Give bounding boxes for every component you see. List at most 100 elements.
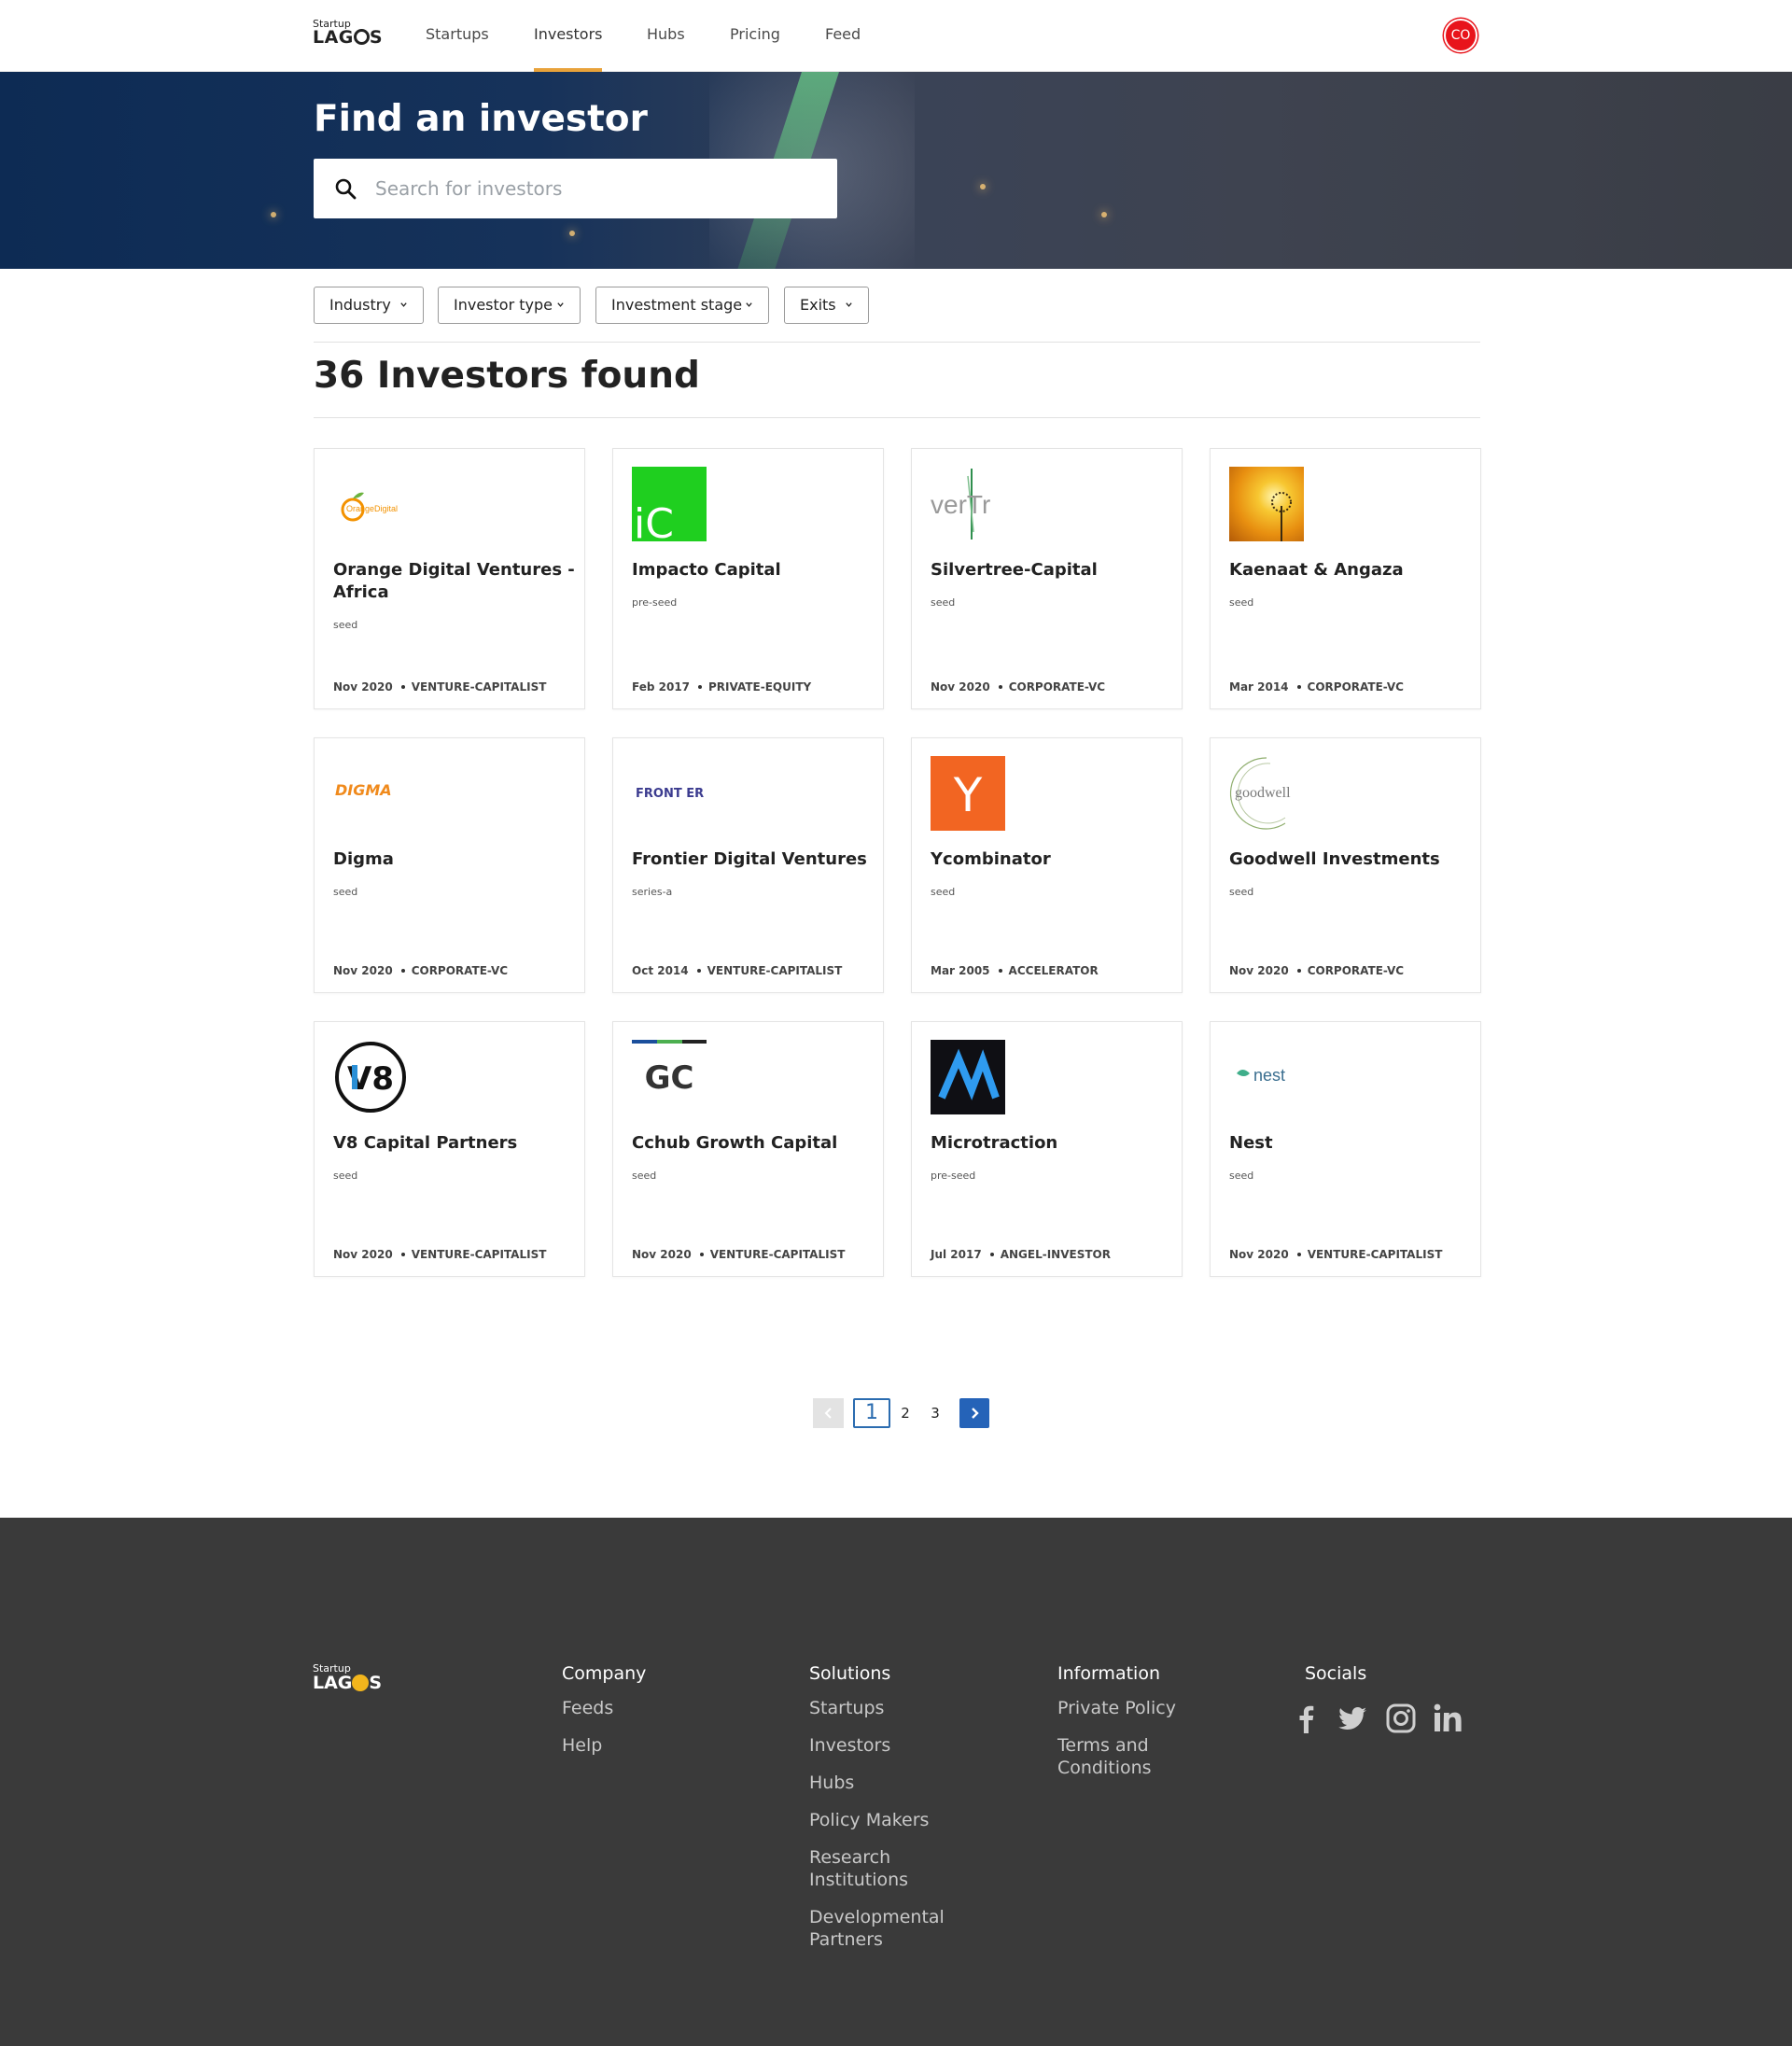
- nav-startups[interactable]: Startups: [426, 0, 489, 72]
- investor-name: Digma: [333, 849, 394, 869]
- investor-meta: Nov 2020 VENTURE-CAPITALIST: [1229, 1248, 1442, 1261]
- nav-hubs[interactable]: Hubs: [647, 0, 685, 72]
- digma-logo: DIGMA: [333, 756, 408, 831]
- investor-type: CORPORATE-VC: [1307, 680, 1404, 694]
- search-box[interactable]: [314, 159, 837, 218]
- svg-text:GC: GC: [645, 1059, 694, 1097]
- footer-link-terms[interactable]: Terms and Conditions: [1057, 1734, 1160, 1779]
- founded-date: Nov 2020: [931, 680, 990, 694]
- investor-name: Goodwell Investments: [1229, 849, 1440, 869]
- svg-text:Y: Y: [953, 768, 983, 822]
- footer-column-solutions: Solutions Startups Investors Hubs Policy…: [809, 1663, 959, 1966]
- footer-link-help[interactable]: Help: [562, 1734, 646, 1757]
- filter-investment-stage[interactable]: Investment stage: [595, 287, 769, 324]
- investor-card[interactable]: DIGMA Digma seed Nov 2020 CORPORATE-VC: [314, 737, 585, 993]
- investment-stage: seed: [333, 1170, 358, 1182]
- founded-date: Mar 2005: [931, 964, 990, 977]
- pagination-prev-button[interactable]: [813, 1398, 844, 1428]
- filter-industry[interactable]: Industry: [314, 287, 424, 324]
- twitter-icon[interactable]: [1337, 1703, 1368, 1734]
- chevron-left-icon: [824, 1408, 832, 1419]
- investor-card[interactable]: nest Nest seed Nov 2020 VENTURE-CAPITALIS…: [1210, 1021, 1481, 1277]
- nav-investors[interactable]: Investors: [534, 0, 603, 72]
- footer-column-information: Information Private Policy Terms and Con…: [1057, 1663, 1188, 1794]
- investor-name: Nest: [1229, 1133, 1273, 1153]
- svg-text:verTr: verTr: [931, 490, 990, 519]
- user-avatar[interactable]: CO: [1444, 19, 1477, 52]
- footer-link-developmental-partners[interactable]: Developmental Partners: [809, 1906, 949, 1951]
- hero-banner: Find an investor: [0, 72, 1792, 269]
- startup-lagos-logo[interactable]: Startup LAG S: [313, 19, 387, 50]
- search-icon: [335, 178, 357, 200]
- pagination-page-3[interactable]: 3: [926, 1398, 945, 1428]
- ycombinator-logo: Y: [931, 756, 1005, 831]
- investor-card[interactable]: verTr Silvertree-Capital seed Nov 2020 CO…: [911, 448, 1183, 709]
- pagination-page-1[interactable]: 1: [853, 1398, 890, 1428]
- investment-stage: seed: [333, 886, 358, 898]
- footer-link-policy-makers[interactable]: Policy Makers: [809, 1809, 959, 1831]
- investor-card[interactable]: GC Cchub Growth Capital seed Nov 2020 VEN…: [612, 1021, 884, 1277]
- search-input[interactable]: [375, 159, 823, 218]
- investor-card[interactable]: Kaenaat & Angaza seed Mar 2014 CORPORATE-…: [1210, 448, 1481, 709]
- investor-name: Kaenaat & Angaza: [1229, 560, 1404, 580]
- founded-date: Feb 2017: [632, 680, 691, 694]
- investor-name: V8 Capital Partners: [333, 1133, 518, 1153]
- footer-column-socials: Socials: [1305, 1663, 1366, 1697]
- footer-link-investors[interactable]: Investors: [809, 1734, 959, 1757]
- founded-date: Jul 2017: [931, 1248, 982, 1261]
- footer-column-title: Information: [1057, 1663, 1160, 1684]
- investor-card[interactable]: OrangeDigital Orange Digital Ventures - …: [314, 448, 585, 709]
- nav-pricing[interactable]: Pricing: [730, 0, 780, 72]
- footer-link-hubs[interactable]: Hubs: [809, 1772, 959, 1794]
- footer-logo[interactable]: Startup LAG S: [313, 1663, 382, 1692]
- investor-meta: Nov 2020 CORPORATE-VC: [1229, 964, 1404, 977]
- chevron-right-icon: [972, 1408, 979, 1419]
- svg-text:goodwell: goodwell: [1235, 785, 1291, 801]
- investment-stage: seed: [931, 886, 956, 898]
- investor-card[interactable]: Microtraction pre-seed Jul 2017 ANGEL-INV…: [911, 1021, 1183, 1277]
- investor-card[interactable]: goodwell Goodwell Investments seed Nov 2…: [1210, 737, 1481, 993]
- investor-card[interactable]: iC Impacto Capital pre-seed Feb 2017 PRIV…: [612, 448, 884, 709]
- filter-investor-type[interactable]: Investor type: [438, 287, 581, 324]
- facebook-icon[interactable]: [1291, 1703, 1323, 1734]
- investment-stage: seed: [1229, 886, 1254, 898]
- page-title: Find an investor: [314, 98, 648, 140]
- footer-link-research-institutions[interactable]: Research Institutions: [809, 1846, 912, 1891]
- footer-link-startups[interactable]: Startups: [809, 1697, 959, 1719]
- investor-card[interactable]: FRONT ER Frontier Digital Ventures serie…: [612, 737, 884, 993]
- pagination-page-2[interactable]: 2: [896, 1398, 915, 1428]
- filter-label: Investor type: [454, 296, 553, 314]
- investor-type: VENTURE-CAPITALIST: [411, 680, 547, 694]
- logo-bottom-text: LAG S: [313, 27, 384, 48]
- investor-card[interactable]: V8 V8 Capital Partners seed Nov 2020 VENT…: [314, 1021, 585, 1277]
- founded-date: Nov 2020: [333, 680, 393, 694]
- investor-meta: Feb 2017 PRIVATE-EQUITY: [632, 680, 811, 694]
- investment-stage: seed: [931, 596, 956, 609]
- linkedin-icon[interactable]: [1432, 1703, 1463, 1734]
- orange-digital-logo: OrangeDigital: [333, 467, 408, 541]
- hero-light-dot: [569, 231, 575, 236]
- founded-date: Nov 2020: [1229, 964, 1289, 977]
- founded-date: Oct 2014: [632, 964, 689, 977]
- filter-label: Investment stage: [611, 296, 743, 314]
- goodwell-logo: goodwell: [1229, 756, 1304, 831]
- founded-date: Nov 2020: [333, 1248, 393, 1261]
- filter-exits[interactable]: Exits: [784, 287, 869, 324]
- pagination-next-button[interactable]: [959, 1398, 989, 1428]
- investor-meta: Nov 2020 VENTURE-CAPITALIST: [333, 1248, 546, 1261]
- investor-meta: Mar 2014 CORPORATE-VC: [1229, 680, 1404, 694]
- nav-feed[interactable]: Feed: [825, 0, 861, 72]
- gc-fund-logo: GC: [632, 1040, 707, 1114]
- chevron-down-icon: [846, 302, 852, 307]
- kaenaat-logo: [1229, 467, 1304, 541]
- investor-type: CORPORATE-VC: [411, 964, 509, 977]
- instagram-icon[interactable]: [1385, 1703, 1417, 1734]
- investor-type: PRIVATE-EQUITY: [708, 680, 812, 694]
- footer-link-feeds[interactable]: Feeds: [562, 1697, 646, 1719]
- investor-type: VENTURE-CAPITALIST: [707, 964, 843, 977]
- footer-link-private-policy[interactable]: Private Policy: [1057, 1697, 1188, 1719]
- filter-label: Exits: [800, 296, 836, 314]
- investor-name: Ycombinator: [931, 849, 1051, 869]
- investment-stage: seed: [1229, 1170, 1254, 1182]
- investor-card[interactable]: Y Ycombinator seed Mar 2005 ACCELERATOR: [911, 737, 1183, 993]
